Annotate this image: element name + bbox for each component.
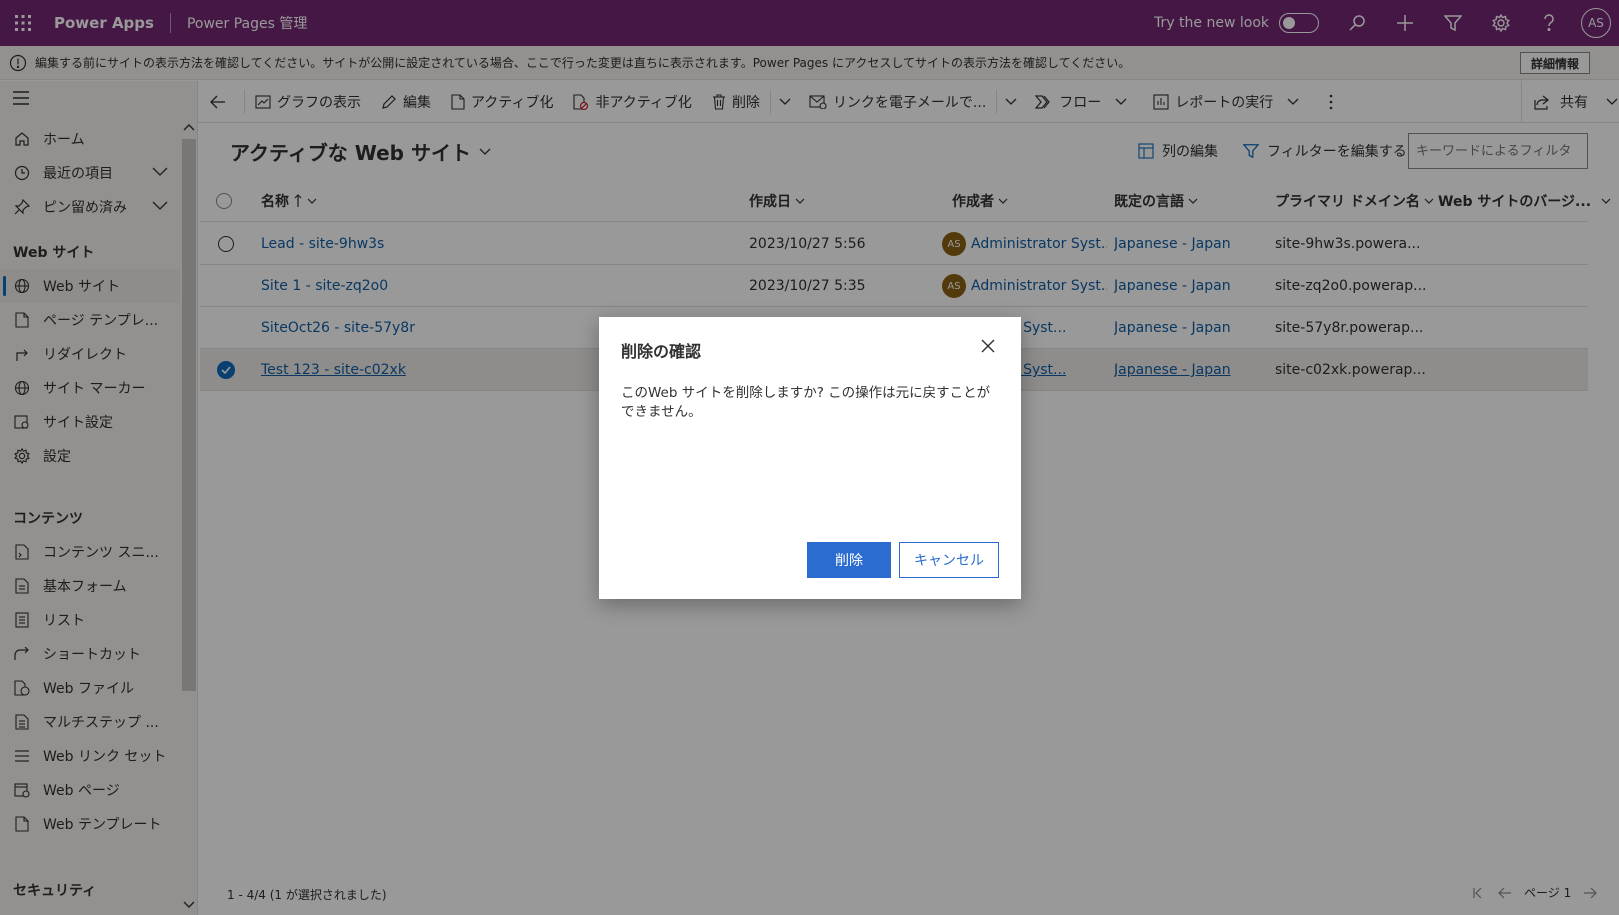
dialog-message: このWeb サイトを削除しますか? この操作は元に戻すことができません。 <box>621 385 991 420</box>
close-icon[interactable] <box>981 339 997 355</box>
confirm-delete-button[interactable]: 削除 <box>807 542 891 578</box>
dialog-title: 削除の確認 <box>621 342 702 361</box>
confirm-delete-dialog: 削除の確認 このWeb サイトを削除しますか? この操作は元に戻すことができませ… <box>599 317 1021 599</box>
cancel-button[interactable]: キャンセル <box>899 542 999 578</box>
